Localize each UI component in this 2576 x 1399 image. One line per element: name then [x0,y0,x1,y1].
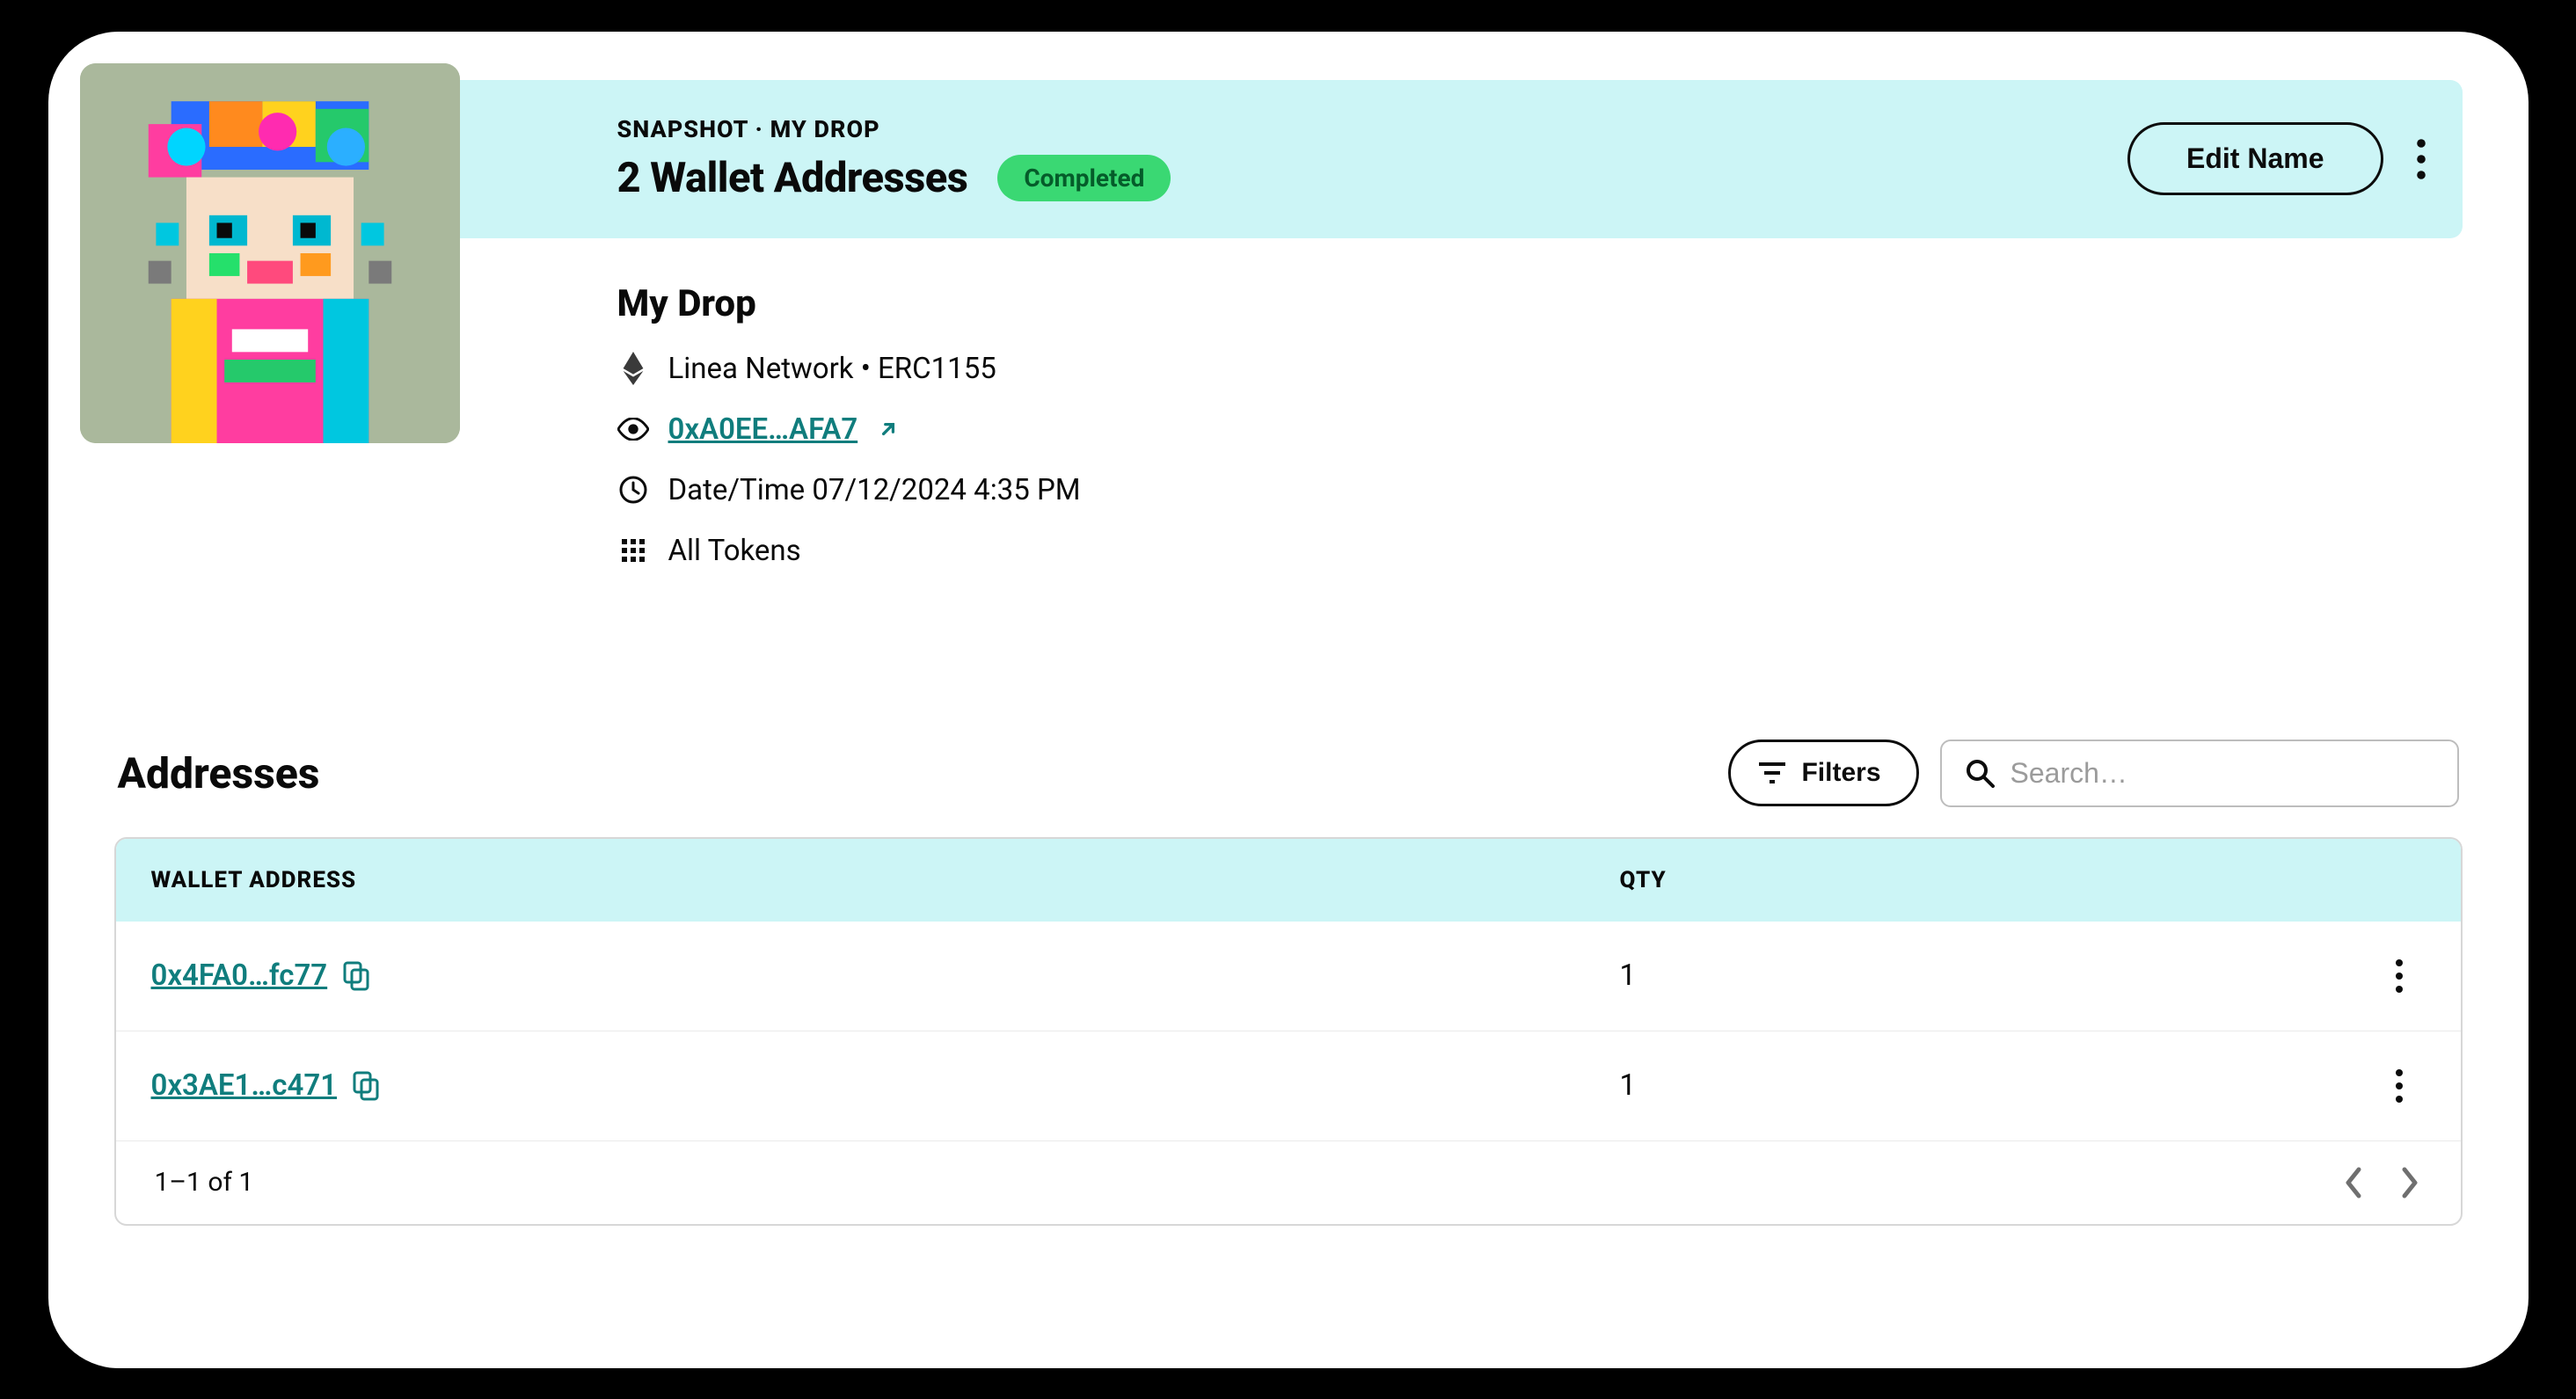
filter-icon [1757,761,1787,785]
datetime-text: Date/Time 07/12/2024 4:35 PM [668,473,1081,507]
title-row: 2 Wallet Addresses Completed [617,154,1171,202]
more-vert-icon [2394,958,2405,994]
search-icon [1965,758,1995,788]
snapshot-details: My Drop Linea Network • ERC1155 0xA0EE…A… [617,282,2463,568]
next-page-button[interactable] [2399,1166,2422,1199]
tokens-text: All Tokens [668,534,801,568]
banner-actions: Edit Name [2127,122,2426,195]
pagination-controls [2341,1166,2422,1199]
qty-cell: 1 [1620,958,2341,993]
edit-name-button[interactable]: Edit Name [2127,122,2383,195]
addresses-heading: Addresses [118,748,320,798]
network-text: Linea Network • ERC1155 [668,352,996,386]
copy-icon [353,1071,379,1101]
prev-page-button[interactable] [2341,1166,2364,1199]
copy-icon [343,961,369,991]
col-header-wallet: WALLET ADDRESS [151,867,1620,893]
datetime-row: Date/Time 07/12/2024 4:35 PM [617,473,2463,507]
chevron-right-icon [2399,1166,2422,1199]
table-row: 0x4FA0…fc77 1 [116,922,2461,1031]
wallet-address-link[interactable]: 0x4FA0…fc77 [151,958,328,993]
collection-avatar [80,63,460,443]
more-vert-icon [2394,1068,2405,1104]
chevron-left-icon [2341,1166,2364,1199]
drop-name: My Drop [617,282,2463,325]
banner-left: SNAPSHOT · MY DROP 2 Wallet Addresses Co… [617,115,1171,202]
page-title: 2 Wallet Addresses [617,154,968,202]
table-row: 0x3AE1…c471 1 [116,1031,2461,1141]
status-badge: Completed [997,155,1171,201]
network-row: Linea Network • ERC1155 [617,352,2463,386]
external-link-icon [877,418,900,441]
addresses-table: WALLET ADDRESS QTY 0x4FA0…fc77 1 0x3AE1…… [114,837,2463,1226]
row-more-button[interactable] [2394,1068,2405,1104]
addresses-header: Addresses Filters [114,740,2463,807]
pixel-avatar-icon [80,63,460,443]
grid-icon [617,537,649,564]
table-header: WALLET ADDRESS QTY [116,839,2461,922]
table-footer: 1–1 of 1 [116,1141,2461,1224]
more-vert-icon [2415,138,2427,180]
tokens-row: All Tokens [617,534,2463,568]
filters-label: Filters [1801,758,1880,788]
copy-address-button[interactable] [343,961,369,991]
filters-button[interactable]: Filters [1728,740,1918,806]
banner-more-button[interactable] [2415,138,2427,180]
pagination-text: 1–1 of 1 [155,1167,254,1198]
col-header-qty: QTY [1620,867,2341,893]
breadcrumb: SNAPSHOT · MY DROP [617,115,1171,143]
row-more-button[interactable] [2394,958,2405,994]
search-input[interactable] [2010,757,2434,790]
copy-address-button[interactable] [353,1071,379,1101]
wallet-address-link[interactable]: 0x3AE1…c471 [151,1068,338,1103]
contract-row: 0xA0EE…AFA7 [617,412,2463,447]
addresses-actions: Filters [1728,740,2458,807]
snapshot-banner: SNAPSHOT · MY DROP 2 Wallet Addresses Co… [114,80,2463,238]
contract-link[interactable]: 0xA0EE…AFA7 [668,412,858,447]
clock-icon [617,475,649,505]
qty-cell: 1 [1620,1068,2341,1103]
search-wrap [1940,740,2459,807]
ethereum-icon [617,352,649,385]
eye-icon [617,418,649,441]
